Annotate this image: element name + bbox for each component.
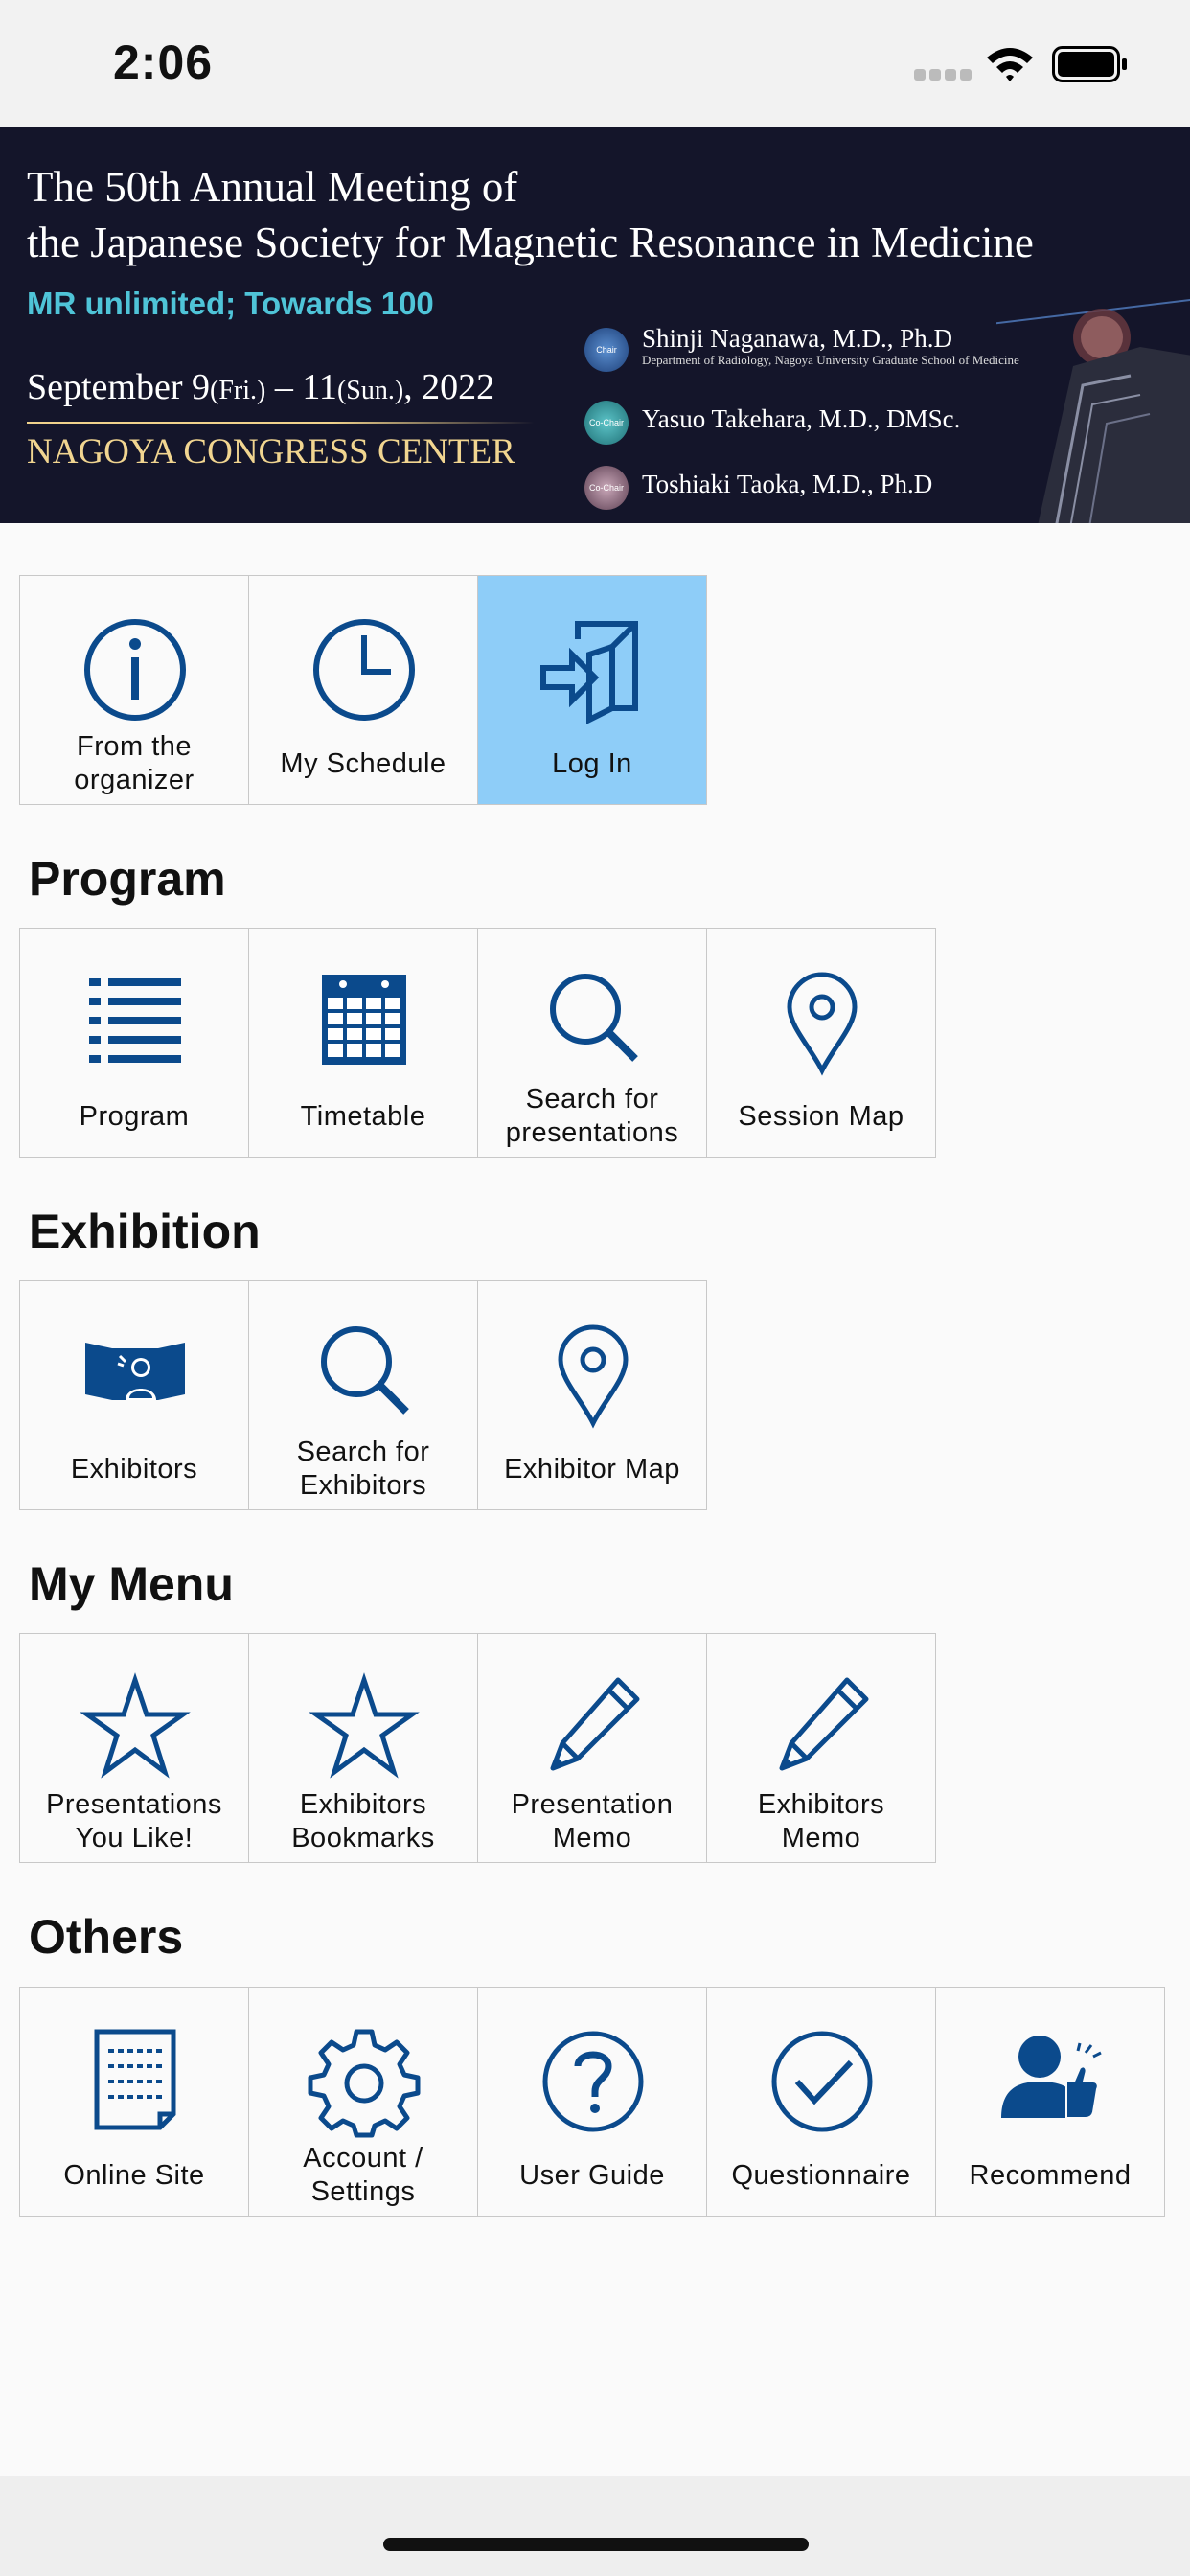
my-schedule-button[interactable]: My Schedule <box>248 575 478 805</box>
tile-label: Recommend <box>969 2159 1132 2191</box>
status-time: 2:06 <box>113 35 214 89</box>
timetable-button[interactable]: Timetable <box>248 928 478 1158</box>
info-icon <box>84 619 186 721</box>
account-settings-button[interactable]: Account / Settings <box>248 1987 478 2217</box>
banner-dates: September 9(Fri.) – 11(Sun.), 2022 <box>27 367 495 407</box>
wifi-icon <box>987 48 1033 81</box>
section-title-exhibition: Exhibition <box>29 1205 261 1258</box>
tile-label: Presentations You Like! <box>46 1789 222 1853</box>
tile-label: Account / Settings <box>303 2143 423 2207</box>
banner-subtitle: MR unlimited; Towards 100 <box>27 286 434 321</box>
battery-icon <box>1052 46 1127 82</box>
search-icon <box>321 1326 409 1414</box>
questionnaire-button[interactable]: Questionnaire <box>706 1987 936 2217</box>
online-site-button[interactable]: Online Site <box>19 1987 249 2217</box>
exhibitors-button[interactable]: Exhibitors <box>19 1280 249 1510</box>
banner-venue: NAGOYA CONGRESS CENTER <box>27 432 515 472</box>
check-circle-icon <box>771 2031 873 2132</box>
tile-label: Program <box>79 1100 190 1132</box>
exhibitor-map-button[interactable]: Exhibitor Map <box>477 1280 707 1510</box>
exhibitor-booth-icon <box>85 1343 185 1400</box>
status-bar: 2:06 <box>0 0 1190 126</box>
user-guide-button[interactable]: User Guide <box>477 1987 707 2217</box>
tile-label: Search for Exhibitors <box>296 1437 430 1501</box>
section-title-my-menu: My Menu <box>29 1557 234 1611</box>
tile-label: Log In <box>552 748 632 779</box>
thumbs-up-user-icon <box>1001 2036 1102 2119</box>
tile-label: User Guide <box>519 2159 665 2191</box>
co-chair-name: Yasuo Takehara, M.D., DMSc. <box>642 404 961 433</box>
pencil-icon <box>779 1677 869 1771</box>
star-icon <box>309 1672 420 1779</box>
tile-label: Exhibitor Map <box>504 1453 680 1484</box>
recommend-button[interactable]: Recommend <box>935 1987 1165 2217</box>
from-organizer-button[interactable]: From the organizer <box>19 575 249 805</box>
chair-department: Department of Radiology, Nagoya Universi… <box>642 353 1019 367</box>
program-grid: Program Timetable Search for presentatio… <box>19 928 936 1158</box>
banner-title: The 50th Annual Meeting of the Japanese … <box>27 163 1034 266</box>
list-icon <box>89 978 181 1063</box>
home-indicator-area <box>0 2476 1190 2576</box>
search-exhibitors-button[interactable]: Search for Exhibitors <box>248 1280 478 1510</box>
my-menu-grid: Presentations You Like! Exhibitors Bookm… <box>19 1633 936 1863</box>
document-icon <box>94 2029 176 2130</box>
login-icon <box>540 621 638 724</box>
banner-divider <box>27 422 535 424</box>
presentation-memo-button[interactable]: Presentation Memo <box>477 1633 707 1863</box>
search-presentations-button[interactable]: Search for presentations <box>477 928 707 1158</box>
chair-name: Shinji Naganawa, M.D., Ph.D <box>642 324 952 353</box>
tile-label: From the organizer <box>74 731 195 795</box>
map-pin-icon <box>787 972 858 1076</box>
tile-label: Presentation Memo <box>511 1789 674 1853</box>
tile-label: My Schedule <box>280 748 446 779</box>
pencil-icon <box>550 1677 640 1771</box>
program-button[interactable]: Program <box>19 928 249 1158</box>
search-icon <box>550 974 638 1062</box>
calendar-icon <box>322 975 406 1065</box>
tile-label: Questionnaire <box>731 2159 911 2191</box>
section-title-others: Others <box>29 1910 184 1964</box>
map-pin-icon <box>558 1324 629 1429</box>
presentations-you-like-button[interactable]: Presentations You Like! <box>19 1633 249 1863</box>
tile-label: Exhibitors Memo <box>757 1789 885 1853</box>
others-grid: Online Site Account / Settings User Guid… <box>19 1987 1165 2217</box>
cellular-signal-icon <box>914 69 972 80</box>
building-illustration <box>996 298 1190 523</box>
top-menu-grid: From the organizer My Schedule Log In <box>19 575 707 805</box>
exhibition-grid: Exhibitors Search for Exhibitors Exhibit… <box>19 1280 707 1510</box>
help-icon <box>542 2031 644 2132</box>
log-in-button[interactable]: Log In <box>477 575 707 805</box>
co-chair-name: Toshiaki Taoka, M.D., Ph.D <box>642 470 933 498</box>
star-icon <box>80 1672 191 1779</box>
co-chair-avatar: Co-Chair <box>584 401 629 445</box>
conference-banner: The 50th Annual Meeting of the Japanese … <box>0 126 1190 523</box>
tile-label: Exhibitors <box>70 1453 198 1484</box>
tile-label: Search for presentations <box>505 1084 679 1148</box>
section-title-program: Program <box>29 852 226 906</box>
exhibitors-memo-button[interactable]: Exhibitors Memo <box>706 1633 936 1863</box>
co-chair-avatar: Co-Chair <box>584 466 629 510</box>
clock-icon <box>313 619 415 721</box>
tile-label: Exhibitors Bookmarks <box>291 1789 435 1853</box>
exhibitors-bookmarks-button[interactable]: Exhibitors Bookmarks <box>248 1633 478 1863</box>
tile-label: Online Site <box>63 2159 205 2191</box>
gear-icon <box>308 2029 421 2138</box>
tile-label: Session Map <box>738 1100 904 1132</box>
chair-avatar: Chair <box>584 328 629 372</box>
session-map-button[interactable]: Session Map <box>706 928 936 1158</box>
home-indicator[interactable] <box>383 2538 809 2551</box>
tile-label: Timetable <box>300 1100 426 1132</box>
